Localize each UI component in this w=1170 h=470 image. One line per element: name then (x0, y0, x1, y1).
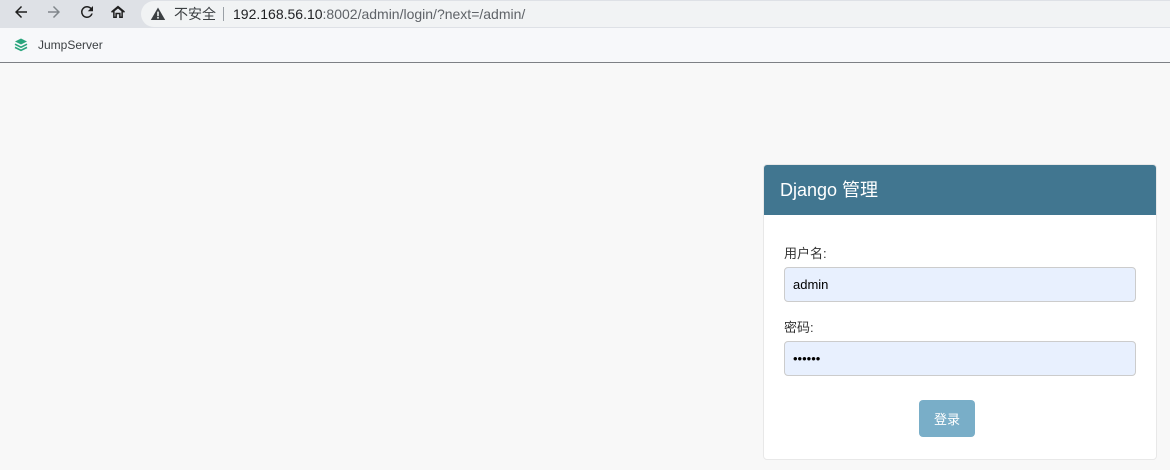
login-header: Django 管理 (764, 165, 1156, 215)
warning-triangle-icon[interactable] (150, 6, 166, 22)
bookmarks-bar: JumpServer (0, 28, 1170, 63)
reload-button[interactable] (75, 2, 99, 26)
jumpserver-logo-icon (13, 37, 29, 53)
username-input[interactable] (784, 267, 1136, 302)
url-path: :8002/admin/login/?next=/admin/ (322, 6, 526, 22)
username-label: 用户名: (784, 246, 827, 261)
forward-button[interactable] (42, 2, 66, 26)
back-button[interactable] (9, 2, 33, 26)
home-button[interactable] (106, 2, 130, 26)
password-input[interactable] (784, 341, 1136, 376)
omnibox-divider (223, 7, 224, 21)
bookmark-label: JumpServer (38, 38, 103, 52)
url-text[interactable]: 192.168.56.10:8002/admin/login/?next=/ad… (233, 5, 525, 23)
password-label: 密码: (784, 320, 814, 335)
login-button[interactable]: 登录 (919, 400, 975, 437)
home-icon (109, 3, 127, 26)
arrow-right-icon (45, 3, 63, 26)
reload-icon (78, 3, 96, 26)
site-title: Django 管理 (780, 180, 879, 200)
browser-toolbar: 不安全 192.168.56.10:8002/admin/login/?next… (0, 0, 1170, 28)
address-bar[interactable]: 不安全 192.168.56.10:8002/admin/login/?next… (141, 1, 1170, 27)
arrow-left-icon (12, 3, 30, 26)
url-host: 192.168.56.10 (233, 6, 323, 22)
bookmark-jumpserver[interactable]: JumpServer (13, 37, 103, 53)
security-status-label[interactable]: 不安全 (174, 6, 216, 22)
login-panel: Django 管理 用户名: 密码: 登录 (763, 164, 1157, 460)
